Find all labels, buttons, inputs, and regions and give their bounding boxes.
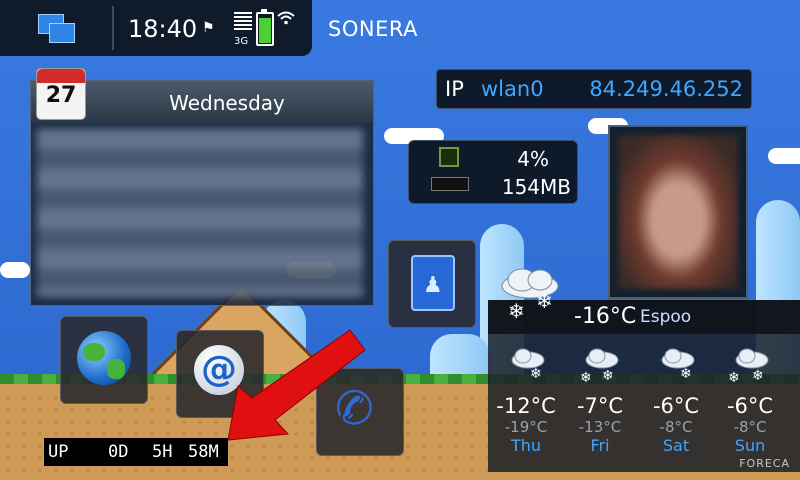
svg-text:❄: ❄ — [508, 299, 525, 323]
forecast-day: ❄ ❄ -6°C -8°C Sun — [714, 346, 786, 455]
wallpaper-cloud — [768, 148, 800, 164]
current-temperature: -16°C — [574, 304, 637, 329]
operator-name[interactable]: SONERA — [328, 17, 418, 41]
photo-widget[interactable] — [608, 125, 748, 299]
snow-cloud-icon — [585, 348, 619, 369]
battery-icon — [256, 9, 274, 46]
forecast-day: ❄ -12°C -19°C Thu — [490, 346, 562, 455]
uptime-hours: 5H — [152, 442, 173, 462]
forecast-day: ❄ -6°C -8°C Sat — [640, 346, 712, 455]
svg-text:❄: ❄ — [536, 289, 553, 313]
weather-provider-logo: FORECA — [739, 457, 790, 470]
calendar-day-number: 27 — [45, 83, 77, 108]
weather-location: Espoo — [640, 307, 692, 327]
ip-widget[interactable]: IP wlan0 84.249.46.252 — [436, 69, 752, 109]
photo-image — [618, 135, 738, 289]
ip-address: 84.249.46.252 — [589, 77, 743, 101]
uptime-days: 0D — [108, 442, 129, 462]
memory-chip-icon — [431, 177, 469, 191]
status-divider — [112, 6, 114, 50]
new-message-icon: ⚑ — [202, 20, 215, 36]
person-icon: ♟ — [423, 273, 443, 298]
uptime-widget[interactable]: UP 0D 5H 58M — [44, 438, 228, 466]
ip-label: IP — [445, 77, 464, 101]
current-snow-cloud-icon: ❄ ❄ — [501, 268, 559, 323]
status-bar[interactable]: 18:40 ⚑ 3G — [0, 0, 312, 56]
uptime-minutes: 58M — [188, 442, 219, 462]
contacts-shortcut[interactable]: ♟ — [388, 240, 476, 328]
ip-interface: wlan0 — [481, 77, 544, 101]
system-monitor-widget[interactable]: 4% 154MB — [408, 140, 578, 204]
snow-cloud-icon — [735, 348, 769, 369]
uptime-label: UP — [48, 442, 69, 462]
calendar-icon[interactable]: 27 — [36, 68, 86, 120]
signal-icon — [234, 12, 252, 32]
calendar-events-blurred[interactable] — [37, 129, 363, 297]
clock: 18:40 — [128, 15, 198, 43]
forecast-day: ❄ ❄ -7°C -13°C Fri — [564, 346, 636, 455]
weather-widget[interactable]: -16°C Espoo ❄ -12°C -19°C Thu ❄ ❄ -7°C -1… — [488, 300, 800, 472]
wallpaper-cloud — [0, 262, 30, 278]
task-switcher-icon[interactable] — [38, 14, 76, 43]
web-browser-icon — [77, 331, 131, 385]
wifi-icon — [276, 10, 296, 30]
network-type: 3G — [234, 36, 249, 47]
web-browser-shortcut[interactable] — [60, 316, 148, 404]
cpu-usage: 4% — [517, 147, 549, 171]
memory-usage: 154MB — [501, 175, 571, 199]
cpu-icon — [439, 147, 459, 167]
red-arrow-annotation — [227, 329, 366, 441]
